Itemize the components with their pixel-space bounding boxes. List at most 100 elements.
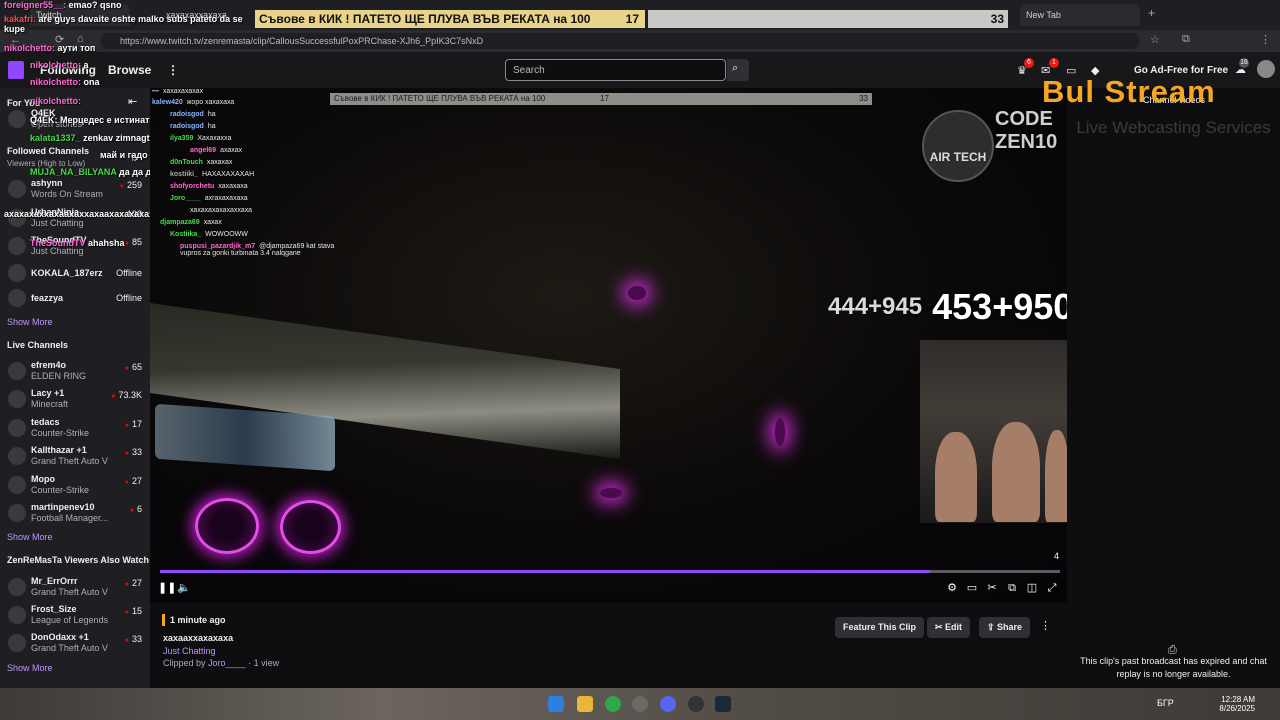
sidebar-followed-channel[interactable]: ashynn Words On Stream 259: [0, 176, 150, 202]
clip-meta: Clipped by Joro____ · 1 view: [163, 658, 280, 668]
sidebar-live-channel[interactable]: Mopo Counter-Strike 27: [0, 472, 150, 498]
sidebar-live-channel[interactable]: Lacy +1 Minecraft 73.3K: [0, 386, 150, 412]
chat-panel: Channel videos Live Webcasting Services …: [1067, 88, 1280, 688]
search-button[interactable]: ⌕: [727, 59, 749, 81]
overlay-chat-line: foreigner55__: еmao? qsno: [4, 0, 122, 10]
ambient-light: [628, 286, 646, 300]
file-explorer-icon[interactable]: [577, 696, 593, 712]
overlay-chat-line: kalata1337_ zenkav zimnagt 62: [30, 133, 163, 143]
video-player[interactable]: Съвове в КИК ! ПАТЕТО ЩЕ ПЛУВА ВЪВ РЕКАТ…: [150, 88, 1067, 603]
overlay-banner-small: Съвове в КИК ! ПАТЕТО ЩЕ ПЛУВА ВЪВ РЕКАТ…: [330, 93, 872, 105]
scissors-icon: ✂: [935, 622, 946, 632]
start-icon[interactable]: [548, 696, 564, 712]
chrome-icon[interactable]: [605, 696, 621, 712]
volume-icon[interactable]: 🔈: [177, 581, 191, 595]
stream-chat-line: kostiiki_ НАХАХАХАХАН: [170, 171, 255, 178]
sidebar-toggle-icon[interactable]: ◫: [1025, 581, 1039, 595]
share-button[interactable]: ⇪ Share: [979, 617, 1031, 638]
show-more-followed[interactable]: Show More: [7, 317, 53, 327]
avatar: [8, 476, 26, 494]
steam-icon[interactable]: [715, 696, 731, 712]
edit-button[interactable]: ✂ Edit: [927, 617, 971, 638]
url-input[interactable]: https://www.twitch.tv/zenremasta/clip/Ca…: [100, 33, 1140, 49]
show-more-live[interactable]: Show More: [7, 532, 53, 542]
sidebar-recommended-channel[interactable]: Mr_ErrOrrr Grand Theft Auto V 27: [0, 574, 150, 600]
feature-clip-button[interactable]: Feature This Clip: [835, 617, 925, 638]
sidebar-followed-channel[interactable]: KOKALA_187erz Offline: [0, 260, 150, 286]
overlay-chat-line: nikolchetto: аути топ: [4, 43, 96, 53]
overlay-chat-line: ахахахаххахаахаххахаахахахахахахах: [4, 209, 175, 219]
clip-accent-bar: [162, 614, 165, 626]
show-more-recommended[interactable]: Show More: [7, 663, 53, 673]
promo-code: CODE ZEN10: [995, 108, 1058, 153]
theatre-mode-icon[interactable]: ▭: [965, 581, 979, 595]
sidebar-live-channel[interactable]: efrem4o ELDEN RING 65: [0, 358, 150, 384]
extensions-icon[interactable]: ⧉: [1182, 33, 1190, 46]
ambient-light-dial: [280, 500, 341, 554]
bookmark-star-icon[interactable]: ☆: [1150, 33, 1160, 46]
avatar: [8, 578, 26, 596]
browser-menu-icon[interactable]: ⋮: [1260, 33, 1271, 46]
ambient-light: [775, 418, 785, 446]
video-timestamp: 4: [1053, 551, 1059, 561]
fullscreen-icon[interactable]: ⤢: [1045, 581, 1059, 595]
app-icon[interactable]: [688, 696, 704, 712]
stream-chat-line: kalew420 жоро хахахаха: [152, 99, 235, 106]
sidebar-live-channel[interactable]: Kallthazar +1 Grand Theft Auto V 33: [0, 443, 150, 469]
settings-gear-icon[interactable]: ⚙: [945, 581, 959, 595]
more-options-icon[interactable]: ⋮: [1040, 619, 1051, 632]
search-icon: ⌕: [732, 62, 739, 74]
nav-browse[interactable]: Browse: [108, 63, 151, 77]
avatar: [8, 237, 26, 255]
app-icon[interactable]: [632, 696, 648, 712]
tab-new-tab[interactable]: New Tab: [1020, 4, 1140, 26]
avatar: [8, 264, 26, 282]
stream-chat-line: radoisgod ha: [170, 123, 216, 130]
language-indicator[interactable]: БГР: [1157, 698, 1174, 708]
streamer-figure: [1045, 430, 1067, 522]
avatar: [8, 110, 26, 128]
clip-info: 1 minute ago хахааххахахаха Just Chattin…: [150, 603, 1067, 688]
avatar: [8, 362, 26, 380]
avatar: [8, 180, 26, 198]
sidebar-recommended-channel[interactable]: Frost_Size League of Legends 15: [0, 602, 150, 628]
clip-category-link[interactable]: Just Chatting: [163, 646, 216, 656]
avatar: [8, 634, 26, 652]
overlay-banner-progress: 33: [648, 10, 1008, 28]
overlay-banner: Съвове в КИК ! ПАТЕТО ЩЕ ПЛУВА ВЪВ РЕКАТ…: [255, 10, 645, 28]
nav-more-icon[interactable]: ⋮: [167, 63, 179, 77]
overlay-chat-line: TheSoundTV ahahsha: [30, 238, 125, 248]
sidebar-live-channel[interactable]: martinpenev10 Football Manager... 6: [0, 500, 150, 526]
share-icon: ⇪: [987, 622, 998, 632]
overlay-chat-line: nikolchetto:: [30, 96, 82, 106]
bulstream-logo: Bul Stream: [1042, 74, 1216, 109]
avatar: [8, 390, 26, 408]
popout-icon[interactable]: ⧉: [1005, 581, 1019, 595]
seek-bar-progress: [160, 570, 930, 573]
air-tech-logo: AIR TECH: [922, 110, 994, 182]
clock[interactable]: 12:28 AM 8/26/2025: [1210, 695, 1255, 713]
clip-icon[interactable]: ✂: [985, 581, 999, 595]
stream-chat-line: puspusi_pazardjik_m7 @djampaza69 kat stav…: [180, 243, 335, 257]
sidebar-live-channel[interactable]: tedacs Counter-Strike 17: [0, 415, 150, 441]
bits-badge: 16: [1239, 58, 1249, 68]
avatar: [8, 289, 26, 307]
clipper-link[interactable]: Joro____: [208, 658, 246, 668]
also-watch-heading: ZenReMasTa Viewers Also Watch: [7, 555, 150, 565]
stream-chat-line: Kostiika_ WOWOOWW: [170, 231, 248, 238]
sidebar-recommended-channel[interactable]: DonOdaxx +1 Grand Theft Auto V 33: [0, 630, 150, 656]
overlay-chat-line: kakafri: are guys davaite oshte malko su…: [4, 14, 243, 34]
pause-icon[interactable]: ❚❚: [158, 581, 176, 595]
new-tab-icon[interactable]: +: [1148, 6, 1155, 20]
stream-chat-line: angel69 ахахах: [190, 147, 243, 154]
webcam-feed: [920, 340, 1067, 523]
overlay-chat-line: nikolchetto: ona: [30, 77, 100, 87]
discord-icon[interactable]: [660, 696, 676, 712]
twitch-logo-icon[interactable]: [8, 61, 24, 79]
sidebar-followed-channel[interactable]: feazzya Offline: [0, 285, 150, 311]
avatar: [8, 447, 26, 465]
car-dashboard: [155, 403, 335, 472]
search-input[interactable]: Search: [505, 59, 726, 81]
live-channels-heading: Live Channels: [7, 340, 69, 350]
clip-title: хахааххахахаха: [163, 633, 234, 643]
